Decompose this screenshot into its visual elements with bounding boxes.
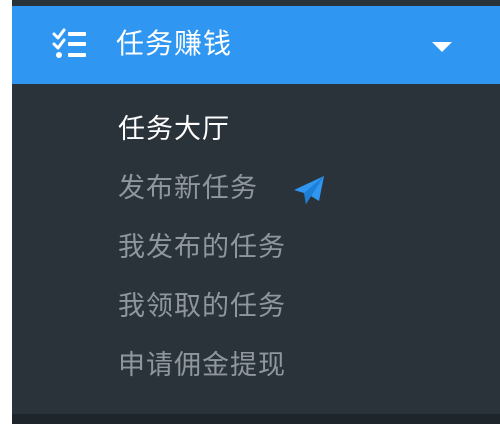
submenu-item-my-claimed[interactable]: 我领取的任务 <box>118 287 286 327</box>
submenu-item-label: 申请佣金提现 <box>118 350 286 381</box>
submenu-item-label: 我发布的任务 <box>118 232 286 263</box>
menu-header-task-earn[interactable]: 任务赚钱 <box>12 6 500 84</box>
list-check-icon <box>52 28 86 58</box>
submenu-item-my-published[interactable]: 我发布的任务 <box>118 228 286 268</box>
submenu-item-label: 我领取的任务 <box>118 291 286 322</box>
submenu-item-withdraw[interactable]: 申请佣金提现 <box>118 346 286 386</box>
submenu-item-task-hall[interactable]: 任务大厅 <box>118 110 230 150</box>
submenu: 任务大厅 发布新任务 我发布的任务 我领取的任务 申请佣金提现 <box>12 84 500 414</box>
submenu-item-label: 发布新任务 <box>118 173 258 204</box>
caret-down-icon[interactable] <box>432 42 452 52</box>
menu-header-title: 任务赚钱 <box>116 27 233 60</box>
sidebar-menu: 任务赚钱 任务大厅 发布新任务 我发布的任务 我领取的任务 申请佣金提现 <box>12 0 500 424</box>
bottom-strip <box>12 414 500 424</box>
submenu-item-label: 任务大厅 <box>118 114 230 145</box>
paper-plane-icon <box>294 176 324 204</box>
submenu-item-publish-task[interactable]: 发布新任务 <box>118 169 258 209</box>
